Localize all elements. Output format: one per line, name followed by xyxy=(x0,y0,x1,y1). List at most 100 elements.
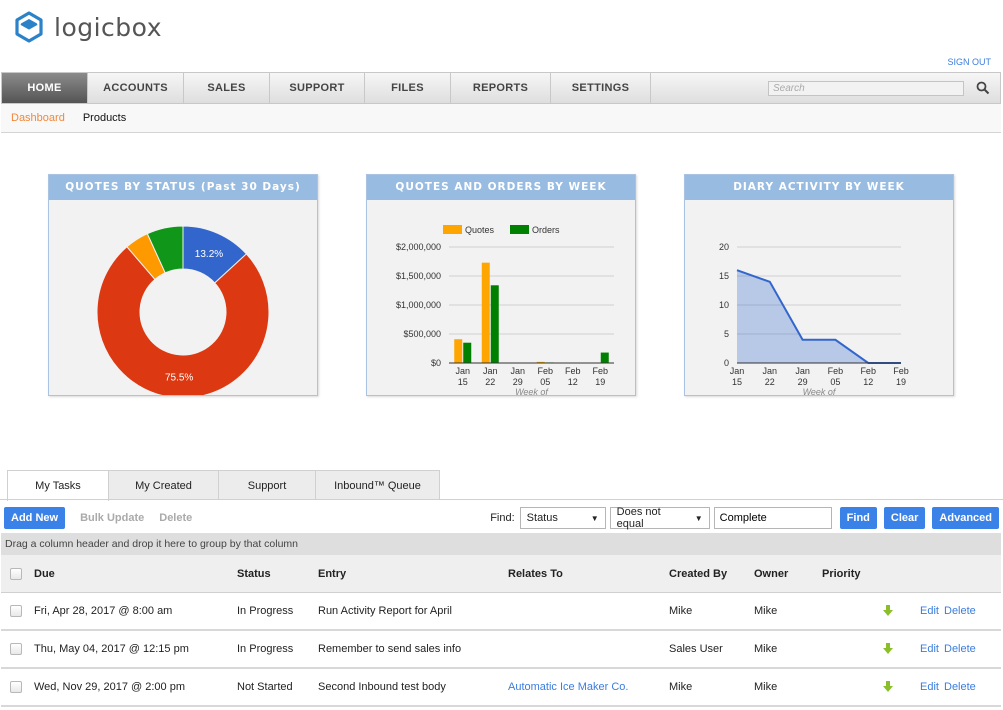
delete-link[interactable]: Delete xyxy=(944,593,976,629)
pie-slice-label: 13.2% xyxy=(195,249,223,260)
search-input[interactable] xyxy=(768,80,964,96)
legend-swatch-orders xyxy=(510,225,529,234)
nav-search xyxy=(768,73,1000,103)
low-priority-arrow-icon xyxy=(883,643,893,654)
panel-title: QUOTES BY STATUS (Past 30 Days) xyxy=(49,175,317,200)
find-value-input[interactable] xyxy=(713,507,832,529)
col-owner[interactable]: Owner xyxy=(754,555,788,592)
col-due[interactable]: Due xyxy=(34,555,55,592)
x-tick-label: 22 xyxy=(485,377,495,387)
edit-link[interactable]: Edit xyxy=(920,631,939,667)
col-priority[interactable]: Priority xyxy=(822,555,861,592)
table-row[interactable]: Thu, May 04, 2017 @ 12:15 pm In Progress R… xyxy=(1,631,1001,669)
table-row[interactable]: Wed, Nov 29, 2017 @ 2:00 pm Not Started Se… xyxy=(1,669,1001,707)
entry-cell[interactable]: Remember to send sales info xyxy=(318,631,461,667)
row-checkbox[interactable] xyxy=(10,605,22,617)
entry-cell[interactable]: Run Activity Report for April xyxy=(318,593,452,629)
clear-button[interactable]: Clear xyxy=(883,507,926,529)
quotes-by-status-panel: QUOTES BY STATUS (Past 30 Days) 13.2% 75.… xyxy=(48,174,318,396)
x-axis-title: Week of xyxy=(515,387,549,395)
nav-accounts[interactable]: ACCOUNTS xyxy=(88,73,184,103)
logo[interactable]: logicbox xyxy=(12,10,162,44)
x-tick-label: 15 xyxy=(732,377,742,387)
low-priority-arrow-icon xyxy=(883,681,893,692)
field-select[interactable]: Status ▼ xyxy=(519,507,606,529)
x-tick-label: 29 xyxy=(798,377,808,387)
x-tick-label: 12 xyxy=(568,377,578,387)
tab-my-created[interactable]: My Created xyxy=(108,470,219,500)
entry-cell[interactable]: Second Inbound test body xyxy=(318,669,446,705)
nav-support[interactable]: SUPPORT xyxy=(270,73,365,103)
nav-settings[interactable]: SETTINGS xyxy=(551,73,651,103)
x-tick-label: Feb xyxy=(860,366,876,376)
delete-link[interactable]: Delete xyxy=(944,669,976,705)
x-tick-label: 22 xyxy=(765,377,775,387)
diary-activity-chart: 05101520Jan15Jan22Jan29Feb05Feb12Feb19We… xyxy=(719,242,909,395)
bar-orders xyxy=(600,352,609,363)
table-row[interactable]: Fri, Apr 28, 2017 @ 8:00 am In Progress Ru… xyxy=(1,593,1001,631)
x-tick-label: 12 xyxy=(863,377,873,387)
tab-my-tasks[interactable]: My Tasks xyxy=(7,470,109,501)
add-new-button[interactable]: Add New xyxy=(4,507,66,529)
diary-activity-panel: DIARY ACTIVITY BY WEEK 0 5 10 15 20 Jan 15 Jan 2… xyxy=(684,174,954,396)
tab-divider xyxy=(0,499,1003,500)
x-tick-label: 19 xyxy=(595,377,605,387)
field-select-value: Status xyxy=(526,512,558,524)
due-cell: Thu, May 04, 2017 @ 12:15 pm xyxy=(34,643,189,655)
x-tick-label: Feb xyxy=(828,366,844,376)
panel-title: DIARY ACTIVITY BY WEEK xyxy=(685,175,953,200)
nav-files[interactable]: FILES xyxy=(365,73,451,103)
subnav-dashboard[interactable]: Dashboard xyxy=(11,112,65,124)
bar-orders xyxy=(463,342,472,363)
legend-swatch-quotes xyxy=(443,225,462,234)
y-tick-label: $500,000 xyxy=(403,329,441,339)
bulk-update-button[interactable]: Bulk Update xyxy=(80,512,144,524)
status-cell: In Progress xyxy=(237,605,294,617)
search-icon[interactable] xyxy=(976,81,990,95)
y-tick-label: $2,000,000 xyxy=(396,242,441,252)
x-tick-label: Jan xyxy=(483,366,498,376)
edit-link[interactable]: Edit xyxy=(920,669,939,705)
y-tick-label: 20 xyxy=(719,242,729,252)
row-checkbox[interactable] xyxy=(10,681,22,693)
tab-inbound-queue[interactable]: Inbound™ Queue xyxy=(315,470,440,500)
x-tick-label: Jan xyxy=(795,366,810,376)
x-tick-label: Feb xyxy=(592,366,608,376)
owner-cell: Mike xyxy=(754,605,778,617)
x-tick-label: Jan xyxy=(455,366,470,376)
delete-link[interactable]: Delete xyxy=(944,631,976,667)
quotes-orders-chart: $0 $500,000 $1,000,000 $1,500,000 $2,000,000… xyxy=(396,225,614,395)
x-tick-label: Feb xyxy=(537,366,553,376)
low-priority-arrow-icon xyxy=(883,605,893,616)
col-created-by[interactable]: Created By xyxy=(669,555,727,592)
col-relates-to[interactable]: Relates To xyxy=(508,555,563,592)
nav-sales[interactable]: SALES xyxy=(184,73,270,103)
brand-name: logicbox xyxy=(54,12,162,42)
col-status[interactable]: Status xyxy=(237,555,271,592)
x-tick-label: 15 xyxy=(458,377,468,387)
relates-to-link[interactable]: Automatic Ice Maker Co. xyxy=(508,669,628,705)
operator-select-value: Does not equal xyxy=(616,506,661,530)
grid-header: Due Status Entry Relates To Created By O… xyxy=(1,555,1001,593)
advanced-button[interactable]: Advanced xyxy=(932,507,999,529)
nav-home[interactable]: HOME xyxy=(2,73,88,103)
operator-select[interactable]: Does not equal ▼ xyxy=(609,506,710,530)
nav-reports[interactable]: REPORTS xyxy=(451,73,551,103)
grid-toolbar: Add New Bulk Update Delete Find: Status … xyxy=(4,506,999,530)
bar-quotes xyxy=(454,339,463,363)
created-by-cell: Mike xyxy=(669,681,693,693)
select-all-checkbox[interactable] xyxy=(10,567,22,580)
area-fill xyxy=(737,270,901,363)
subnav-products[interactable]: Products xyxy=(83,112,126,124)
sign-out-link[interactable]: SIGN OUT xyxy=(947,57,991,67)
edit-link[interactable]: Edit xyxy=(920,593,939,629)
row-checkbox[interactable] xyxy=(10,643,22,655)
col-entry[interactable]: Entry xyxy=(318,555,346,592)
tab-support[interactable]: Support xyxy=(218,470,316,500)
find-label: Find: xyxy=(490,512,515,524)
find-button[interactable]: Find xyxy=(839,507,877,529)
delete-button[interactable]: Delete xyxy=(159,512,192,524)
legend-label-orders: Orders xyxy=(532,225,560,235)
created-by-cell: Mike xyxy=(669,605,693,617)
group-by-bar[interactable]: Drag a column header and drop it here to… xyxy=(1,533,1001,555)
